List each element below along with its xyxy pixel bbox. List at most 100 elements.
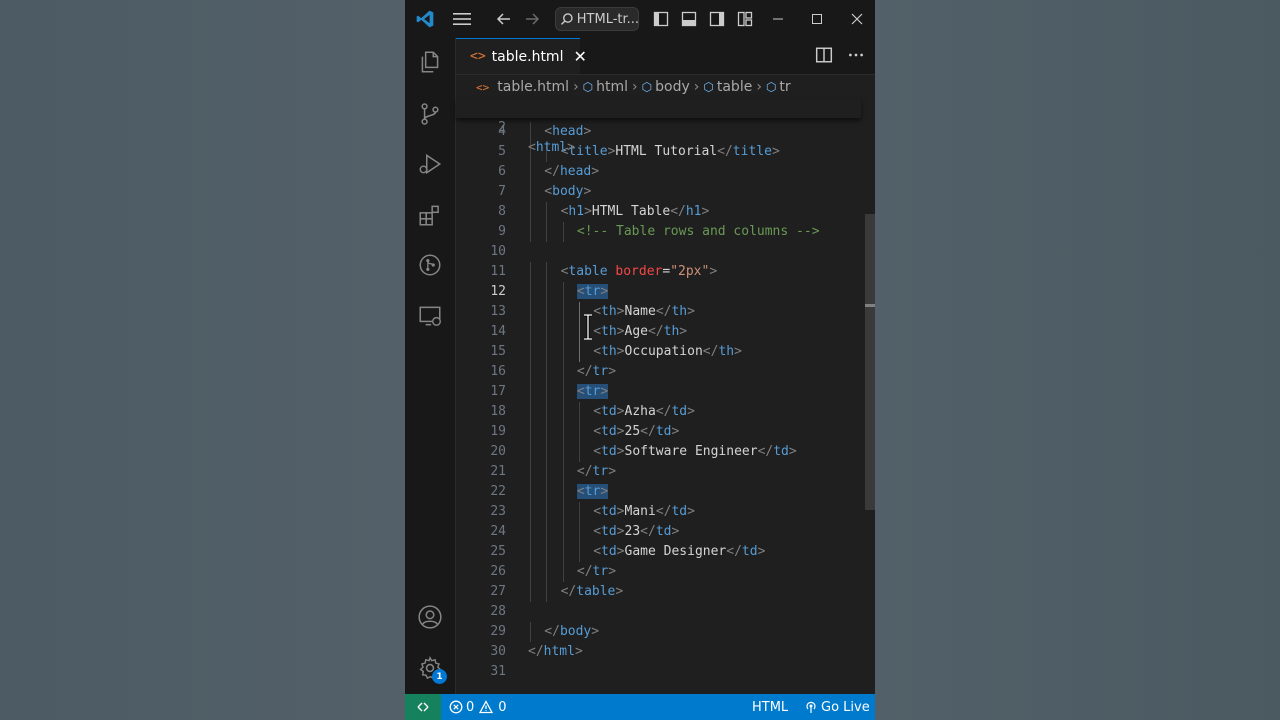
breadcrumb-item[interactable]: html [596,79,628,95]
code-text: </body> [544,624,600,639]
line-number: 19 [490,424,506,439]
indent-guide [530,502,531,522]
explorer-icon[interactable] [416,48,444,76]
indent-guide [546,442,548,462]
indent-guide [530,302,531,322]
code-line[interactable]: 29 </body> [456,622,861,642]
code-line[interactable]: 17 <tr> [456,382,861,402]
code-line[interactable]: 16 </tr> [456,362,861,382]
remote-indicator[interactable] [405,694,441,720]
code-line[interactable]: 31 [456,662,861,682]
extensions-icon[interactable] [416,201,444,229]
code-line[interactable]: 21 </tr> [456,462,861,482]
sticky-code-text: <html> [528,140,575,155]
go-live-button[interactable]: Go Live [804,694,870,720]
code-line[interactable]: 25 <td>Game Designer</td> [456,542,861,562]
code-line[interactable]: 6 </head> [456,162,861,182]
code-line[interactable]: 27 </table> [456,582,861,602]
code-text: <td>Mani</td> [593,504,695,519]
accounts-icon[interactable] [416,603,444,631]
indent-guide [530,222,531,242]
code-line[interactable]: 26 </tr> [456,562,861,582]
indent-guide [562,282,564,302]
code-line[interactable]: 11 <table border="2px"> [456,262,861,282]
breadcrumb-item[interactable]: body [655,79,690,95]
code-line[interactable]: 14 <th>Age</th> [456,322,861,342]
code-editor[interactable]: 2 <html> 4 <head> 5 <title>HTML Tutorial</t… [456,98,875,694]
indent-guide [562,502,564,522]
html-file-icon: <> [476,80,490,94]
breadcrumb-item[interactable]: table [717,79,752,95]
git-graph-icon[interactable] [416,251,444,279]
split-editor-icon[interactable] [815,46,833,64]
forward-arrow-icon[interactable] [522,9,542,29]
indent-guide [546,562,548,582]
code-text: <td>25</td> [593,424,680,439]
indent-guide [546,542,548,562]
menu-icon[interactable] [452,9,472,29]
background-right [875,0,1280,720]
sticky-scroll-line[interactable]: 2 <html> [456,98,861,155]
language-mode[interactable]: HTML [752,694,788,720]
back-arrow-icon[interactable] [494,9,514,29]
source-control-icon[interactable] [416,100,444,128]
code-text: <th>Occupation</th> [593,344,742,359]
indent-guide [562,482,564,502]
breadcrumb-file[interactable]: table.html [497,79,569,95]
code-text: <th>Age</th> [593,324,688,339]
line-number: 26 [490,564,506,579]
code-line[interactable]: 15 <th>Occupation</th> [456,342,861,362]
error-icon [449,700,463,714]
code-line[interactable]: 30 </html> [456,642,861,662]
indent-guide [546,362,548,382]
editor-scrollbar[interactable] [865,214,875,510]
code-line[interactable]: 20 <td>Software Engineer</td> [456,442,861,462]
breadcrumb-item[interactable]: tr [779,79,790,95]
indent-guide [562,522,564,542]
code-text: <title>HTML Tutorial</title> [560,144,780,159]
code-line[interactable]: 24 <td>23</td> [456,522,861,542]
minimize-icon[interactable] [768,9,788,29]
code-line[interactable]: 23 <td>Mani</td> [456,502,861,522]
indent-guide [578,502,580,522]
code-line[interactable]: 19 <td>25</td> [456,422,861,442]
toggle-secondary-sidebar-icon[interactable] [707,9,727,29]
code-line[interactable]: 8 <h1>HTML Table</h1> [456,202,861,222]
indent-guide [546,382,548,402]
code-text: </tr> [576,564,617,579]
tab-close-icon[interactable]: ✕ [573,47,586,66]
customize-layout-icon[interactable] [735,9,755,29]
code-text: <table border="2px"> [560,264,718,279]
code-line[interactable]: 7 <body> [456,182,861,202]
tab-table-html[interactable]: <> table.html ✕ [456,38,587,74]
code-text: <td>23</td> [593,524,680,539]
code-line[interactable]: 9 <!-- Table rows and columns --> [456,222,861,242]
indent-guide [578,402,580,422]
run-debug-icon[interactable] [416,150,444,178]
code-line[interactable]: 18 <td>Azha</td> [456,402,861,422]
code-line[interactable]: 13 <th>Name</th> [456,302,861,322]
go-live-label: Go Live [821,699,870,715]
indent-guide [562,422,564,442]
line-number: 12 [490,284,506,299]
indent-guide [578,542,580,562]
indent-guide [546,342,548,362]
line-number: 31 [490,664,506,679]
problems-indicator[interactable]: 0 0 [449,694,507,720]
code-line[interactable]: 12 <tr> [456,282,861,302]
toggle-primary-sidebar-icon[interactable] [651,9,671,29]
code-line[interactable]: 22 <tr> [456,482,861,502]
remote-explorer-icon[interactable] [416,302,444,330]
maximize-icon[interactable] [807,9,827,29]
code-text: </tr> [576,464,617,479]
indent-guide [530,622,531,642]
more-actions-icon[interactable] [847,46,865,64]
code-line[interactable]: 28 [456,602,861,622]
code-text: </html> [528,644,583,659]
toggle-panel-icon[interactable] [679,9,699,29]
command-center-search[interactable]: HTML-tr... [555,7,639,31]
code-text: <td>Game Designer</td> [593,544,766,559]
close-window-icon[interactable] [847,9,867,29]
code-line[interactable]: 10 [456,242,861,262]
indent-guide [562,322,564,342]
